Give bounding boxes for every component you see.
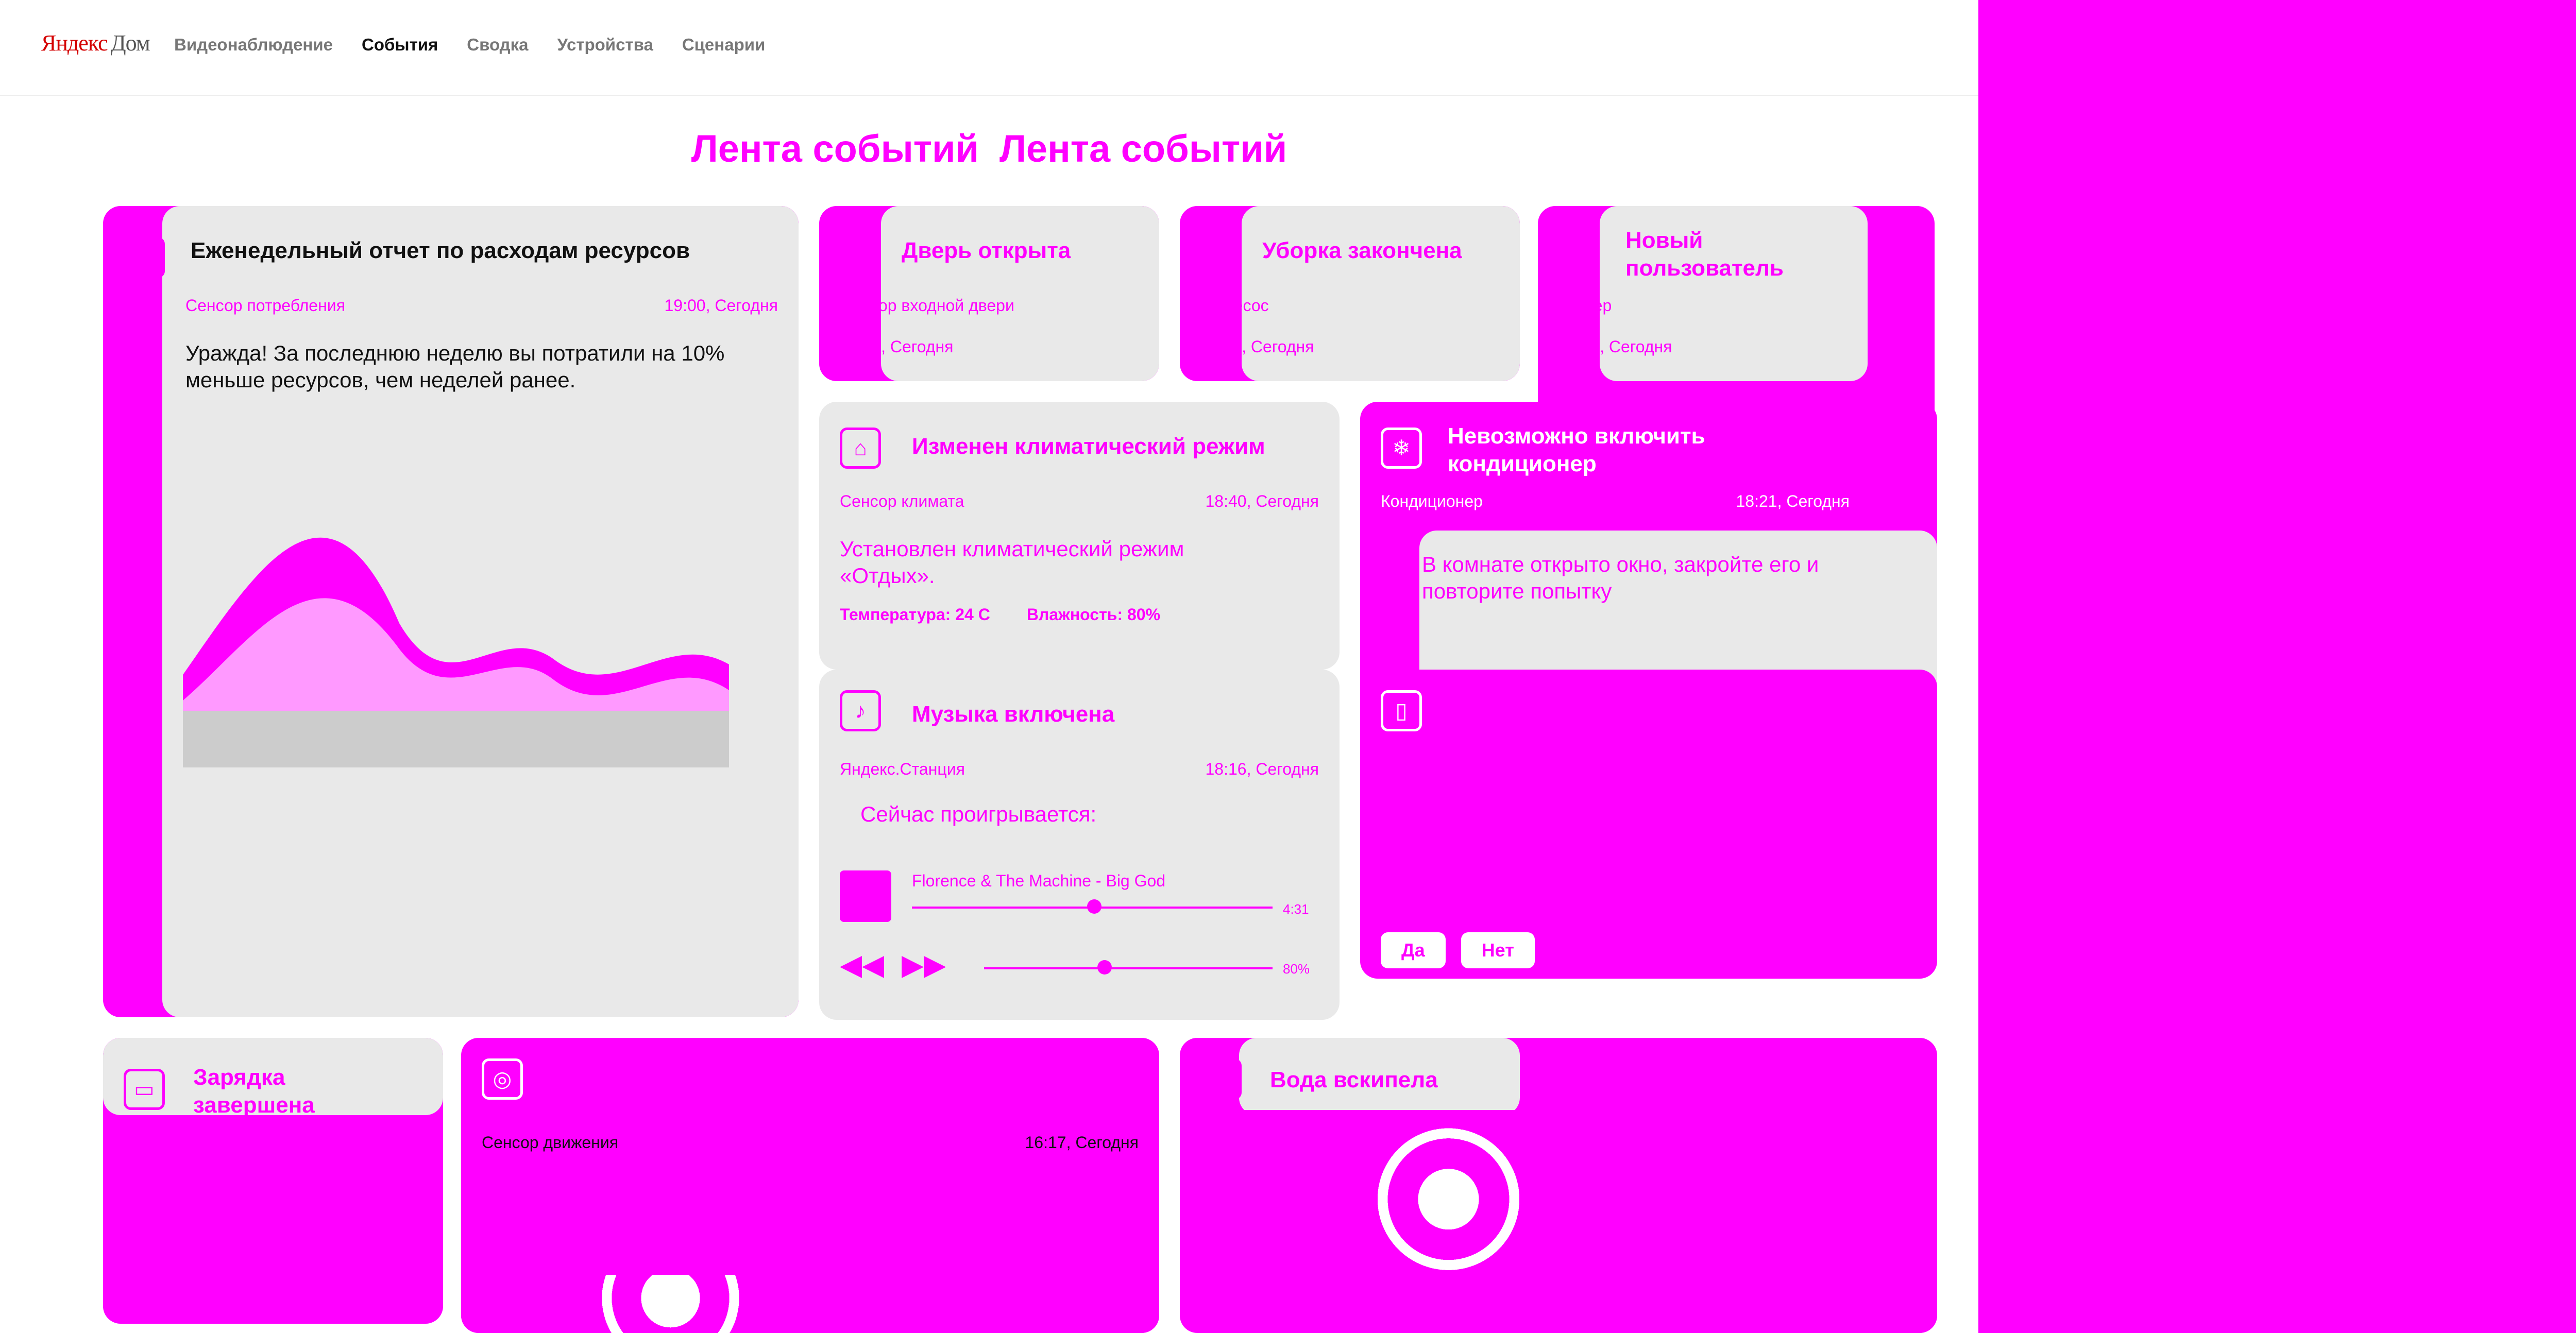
music-card[interactable]: ♪ Музыка включена Яндекс.Станция 18:16, … bbox=[819, 670, 1340, 1020]
forward-icon[interactable]: ▶▶ bbox=[902, 948, 946, 982]
ac-fail-title: Невозможно включить кондиционер bbox=[1448, 423, 1705, 476]
nav-summary[interactable]: Сводка bbox=[467, 35, 528, 55]
cleaning-done-title: Уборка закончена bbox=[1262, 238, 1462, 263]
nav-scenarios[interactable]: Сценарии bbox=[682, 35, 766, 55]
music-icon: ♪ bbox=[840, 690, 881, 731]
new-user-title: Новый пользователь bbox=[1625, 228, 1784, 281]
weekly-report-title: Еженедельный отчет по расходам ресурсов bbox=[191, 238, 690, 263]
music-time: 18:16, Сегодня bbox=[1205, 760, 1319, 778]
vacuum-stuck-time: 16:17, Сегодня bbox=[1025, 1133, 1139, 1152]
vacuum-stuck-sensor: Сенсор движения bbox=[482, 1133, 619, 1152]
vacuum-stuck-card[interactable]: ◎ Пылесос застрял Сенсор движения 16:17,… bbox=[461, 1038, 1159, 1333]
climate-params: Температура: 24 С Влажность: 80% bbox=[840, 605, 1161, 624]
chart-icon: ⚡ bbox=[124, 237, 165, 278]
music-now-playing: Сейчас проигрывается: bbox=[860, 802, 1097, 826]
milk-title: Заканчивается молоко bbox=[1448, 702, 1704, 727]
logo-product: Дом bbox=[110, 30, 150, 56]
charge-done-time: 16:22, Сегодня bbox=[124, 1174, 238, 1193]
door-open-title: Дверь открыта bbox=[902, 238, 1071, 263]
climate-changed-time: 18:40, Сегодня bbox=[1205, 492, 1319, 510]
vacuum-photo bbox=[461, 1275, 1159, 1333]
music-title: Музыка включена bbox=[912, 702, 1115, 727]
weekly-report-sensor: Сенсор потребления bbox=[185, 296, 345, 315]
new-user-time: 18:25, Сегодня bbox=[1558, 337, 1672, 356]
yes-button[interactable]: Да bbox=[1381, 932, 1446, 968]
page-title-duplicate: Лента событий bbox=[999, 127, 1287, 170]
kettle-title: Вода вскипела bbox=[1270, 1067, 1438, 1092]
nav-video[interactable]: Видеонаблюдение bbox=[174, 35, 333, 55]
volume-value: 80% bbox=[1283, 961, 1310, 977]
climate-changed-card[interactable]: ⌂ Изменен климатический режим Сенсор кли… bbox=[819, 402, 1340, 670]
ac-fail-text: В комнате открыто окно, закройте его и п… bbox=[1422, 552, 1819, 603]
vacuum-alert-icon: ◎ bbox=[482, 1058, 523, 1100]
kettle-photo bbox=[1239, 1110, 1937, 1333]
ac-icon: ❄ bbox=[1381, 428, 1422, 469]
logo-brand: Яндекс bbox=[41, 30, 108, 56]
track-duration: 4:31 bbox=[1283, 901, 1309, 917]
milk-card[interactable]: ▯ Заканчивается молоко Холодильник 17:23… bbox=[1360, 670, 1937, 979]
charge-done-text: Ура! Устройство оконный сенсор снова в с… bbox=[144, 1204, 398, 1255]
milk-actions: Да Нет bbox=[1381, 932, 1535, 968]
door-open-sensor: Сенсор входной двери bbox=[840, 296, 1014, 315]
vacuum-icon: ◎ bbox=[1200, 232, 1242, 273]
yandex-dom-logo[interactable]: Яндекс Дом bbox=[41, 30, 150, 56]
page-title: Лента событий Лента событий bbox=[691, 127, 1287, 170]
kettle-icon: ♨ bbox=[1200, 1058, 1242, 1100]
no-button[interactable]: Нет bbox=[1461, 932, 1535, 968]
volume-thumb[interactable] bbox=[1097, 960, 1112, 975]
home-climate-icon: ⌂ bbox=[840, 428, 881, 469]
kettle-card[interactable]: ♨ Вода вскипела Чайник bbox=[1180, 1038, 1937, 1333]
right-side-panel bbox=[1978, 0, 2576, 1333]
milk-text: Кажется, в холодильнике заканчивается мо… bbox=[1401, 792, 1814, 869]
top-header: Яндекс Дом Видеонаблюдение События Сводка… bbox=[0, 0, 1978, 96]
ac-fail-sensor: Кондиционер bbox=[1381, 492, 1483, 510]
vacuum-stuck-text: Робот-пылесос не смог сменить свое место… bbox=[482, 1188, 1054, 1239]
rewind-icon[interactable]: ◀◀ bbox=[840, 948, 884, 982]
climate-changed-text: Установлен климатический режим «Отдых». bbox=[840, 537, 1184, 588]
charge-done-card[interactable]: ▭ Зарядка завершена Оконный сенсор 16:22… bbox=[103, 1038, 443, 1324]
milk-time: 17:23, Сегодня bbox=[1756, 760, 1871, 778]
music-sensor: Яндекс.Станция bbox=[840, 760, 965, 778]
router-icon: ⌁ bbox=[1558, 232, 1600, 273]
cleaning-done-card[interactable]: ◎ Уборка закончена Пылесос 18:25, Сегодн… bbox=[1180, 206, 1520, 381]
weekly-report-text: Уражда! За последнюю неделю вы потратили… bbox=[185, 341, 725, 392]
album-cover bbox=[840, 870, 891, 922]
weekly-report-time: 19:00, Сегодня bbox=[664, 296, 778, 315]
house-icon: ⌂ bbox=[840, 232, 881, 273]
main-nav: Видеонаблюдение События Сводка Устройств… bbox=[174, 35, 765, 55]
cleaning-done-time: 18:25, Сегодня bbox=[1200, 337, 1314, 356]
weekly-report-card[interactable]: Еженедельный отчет по расходам ресурсов … bbox=[103, 206, 799, 1017]
fridge-icon: ▯ bbox=[1381, 690, 1422, 731]
vacuum-stuck-title: Пылесос застрял bbox=[549, 1070, 744, 1095]
nav-devices[interactable]: Устройства bbox=[557, 35, 653, 55]
progress-thumb[interactable] bbox=[1087, 899, 1101, 914]
climate-changed-title: Изменен климатический режим bbox=[912, 434, 1265, 459]
resource-wave-chart bbox=[183, 537, 729, 767]
milk-sensor: Холодильник bbox=[1381, 760, 1482, 778]
volume-bar[interactable] bbox=[984, 967, 1273, 969]
new-user-sensor: Роутер bbox=[1558, 296, 1612, 315]
door-open-time: 18:30, Сегодня bbox=[840, 337, 954, 356]
track-name: Florence & The Machine - Big God bbox=[912, 871, 1166, 890]
charge-done-title: Зарядка завершена bbox=[193, 1065, 315, 1118]
nav-events[interactable]: События bbox=[362, 35, 438, 55]
ac-fail-time: 18:21, Сегодня bbox=[1736, 492, 1850, 510]
door-open-card[interactable]: ⌂ Дверь открыта Сенсор входной двери 18:… bbox=[819, 206, 1159, 381]
cleaning-done-sensor: Пылесос bbox=[1200, 296, 1269, 315]
charge-done-sensor: Оконный сенсор bbox=[124, 1133, 250, 1152]
climate-changed-sensor: Сенсор климата bbox=[840, 492, 964, 510]
battery-icon: ▭ bbox=[124, 1069, 165, 1110]
